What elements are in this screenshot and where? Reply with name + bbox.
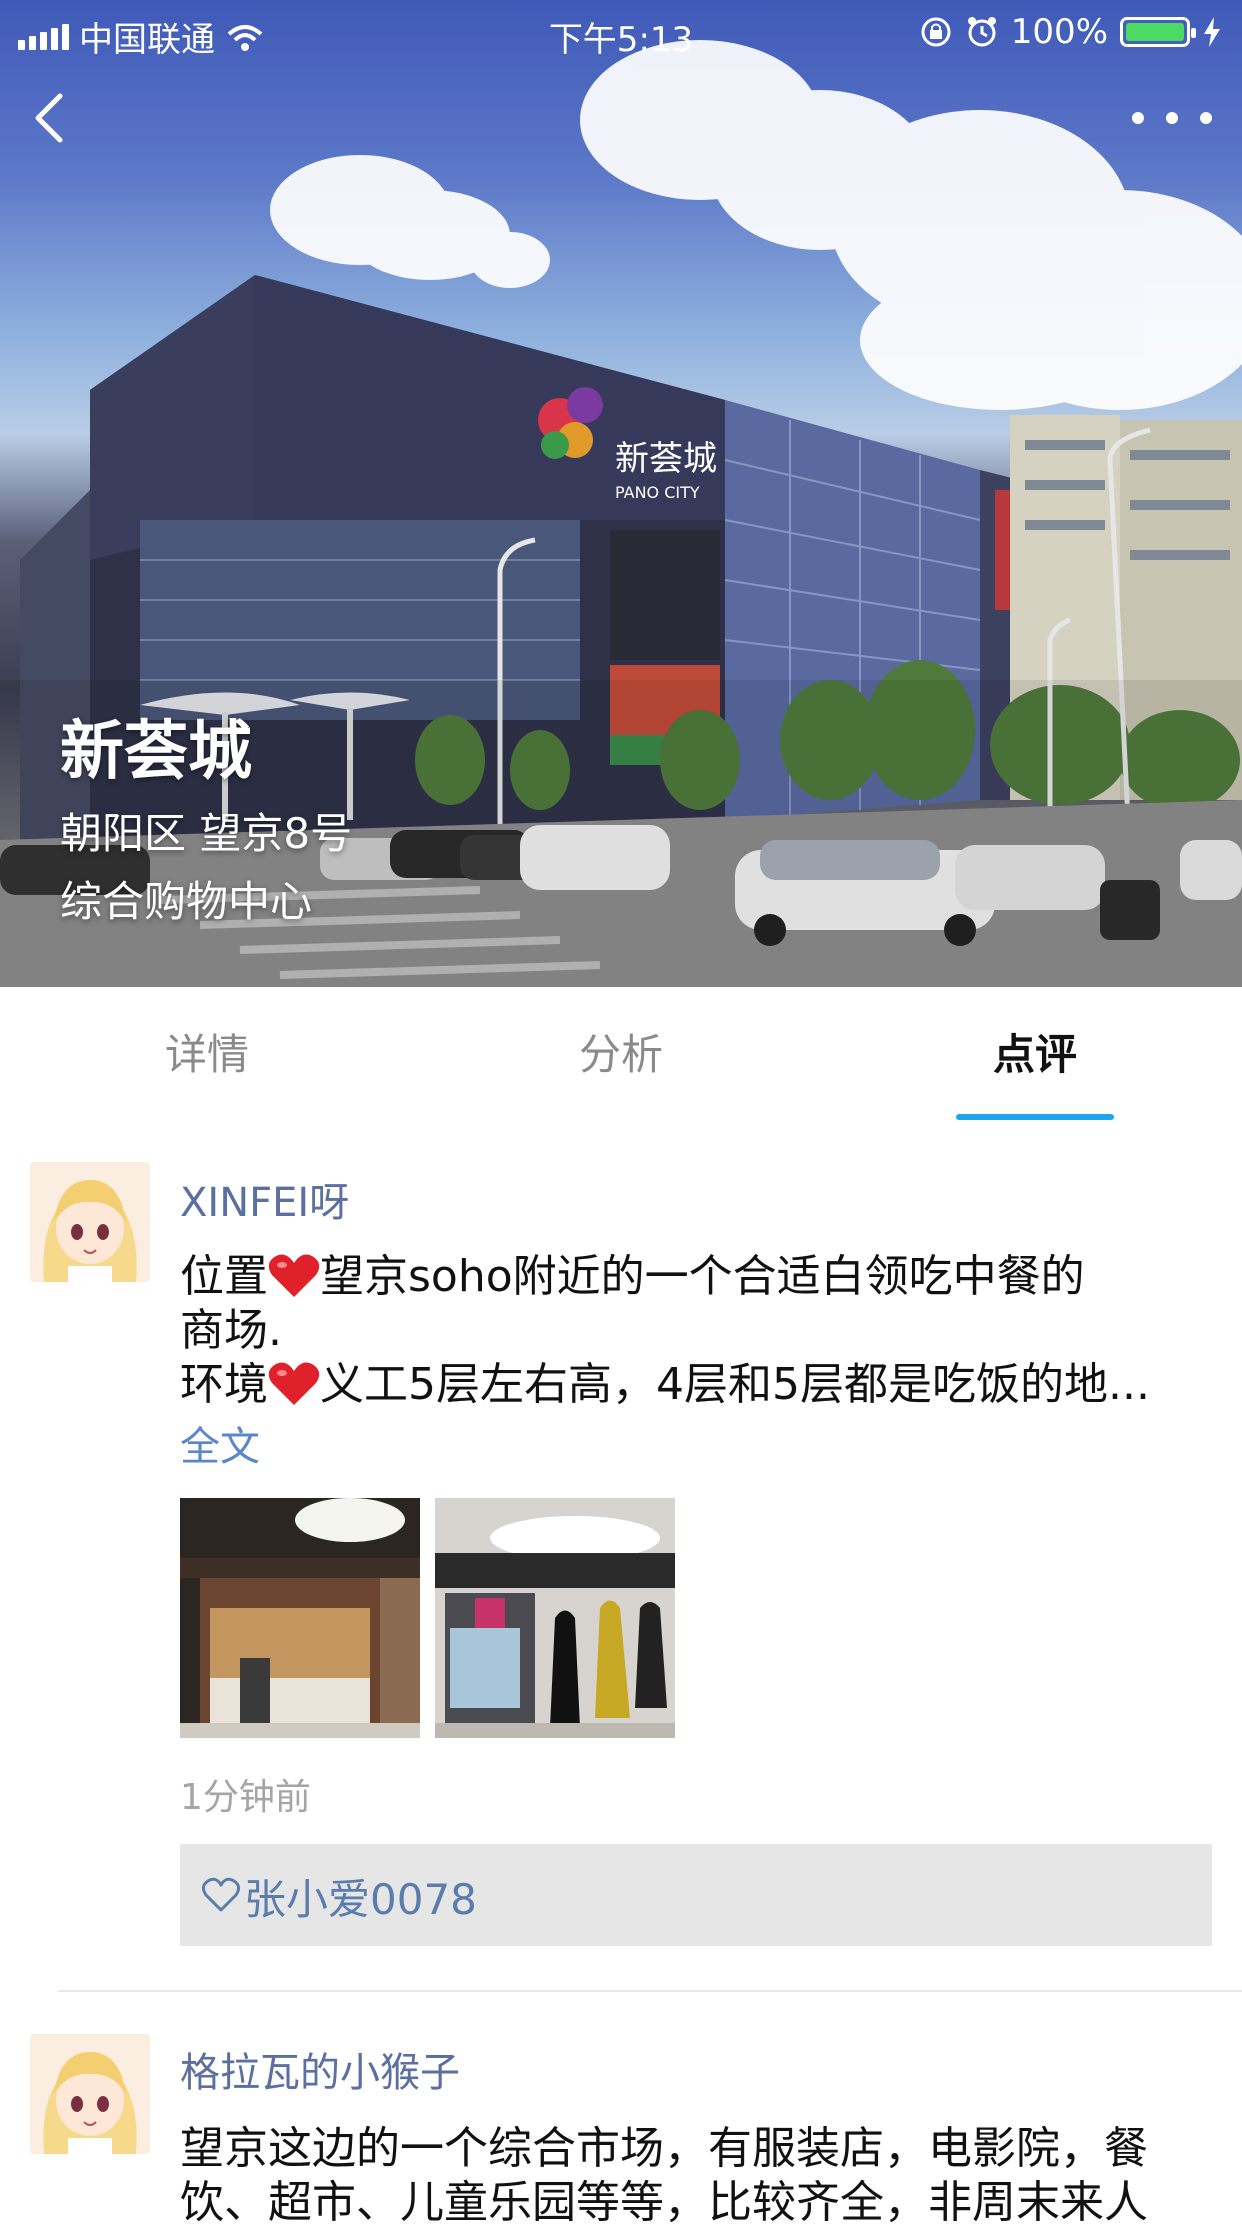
anime-avatar-icon <box>30 2034 150 2154</box>
tab-bar: 详情 分析 点评 <box>0 987 1242 1122</box>
place-name: 新荟城 <box>60 715 252 789</box>
place-address: 朝阳区 望京8号 <box>60 809 353 858</box>
sign-text-en: PANO CITY <box>615 483 700 502</box>
ellipsis-icon <box>1132 112 1144 124</box>
status-bar: 中国联通 下午5:13 100% <box>0 0 1242 62</box>
review-text-content: 望京soho附近的一个合适白领吃中餐的 <box>320 1251 1085 1302</box>
review-text-content: 商场. <box>180 1305 282 1356</box>
more-button[interactable] <box>1132 100 1212 136</box>
hero-image: 新荟城 PANO CITY 中国联通 下午5:13 100% 新荟城 朝阳区 望… <box>0 0 1242 987</box>
expand-full-text-link[interactable]: 全文 <box>180 1414 260 1472</box>
red-heart-emoji-icon <box>268 1362 320 1405</box>
review-text-content: 义工5层左右高，4层和5层都是吃饭的地... <box>320 1359 1150 1410</box>
charging-icon <box>1204 17 1220 47</box>
clothing-store-photo <box>435 1498 675 1738</box>
likes-bar: 张小爱0078 <box>180 1844 1212 1946</box>
review-text: 望京这边的一个综合市场，有服装店，电影院，餐 饮、超市、儿童乐园等等，比较齐全，… <box>180 2122 1210 2230</box>
review-author[interactable]: XINFEI呀 <box>180 1170 349 1228</box>
tab-analysis[interactable]: 分析 <box>414 987 828 1122</box>
review-author[interactable]: 格拉瓦的小猴子 <box>180 2040 460 2098</box>
review-photo[interactable] <box>180 1498 420 1738</box>
review-text-content: 望京这边的一个综合市场，有服装店，电影院，餐 <box>180 2123 1148 2174</box>
back-button[interactable] <box>30 88 70 148</box>
battery-percent: 100% <box>1010 12 1108 52</box>
review-timestamp: 1分钟前 <box>180 1777 311 1818</box>
alarm-icon <box>967 17 996 47</box>
avatar[interactable] <box>30 1162 150 1282</box>
review-photo[interactable] <box>435 1498 675 1738</box>
heart-outline-icon <box>201 1877 241 1912</box>
review-text: 位置 望京soho附近的一个合适白领吃中餐的 商场. 环境 义工5层左右高，4层和5… <box>180 1250 1210 1412</box>
battery-icon <box>1120 17 1196 47</box>
anime-avatar-icon <box>30 1162 150 1282</box>
chevron-left-icon <box>35 93 63 143</box>
tab-reviews[interactable]: 点评 <box>828 987 1242 1122</box>
liked-by-user[interactable]: 张小爱0078 <box>244 1866 477 1927</box>
review-text-label: 位置 <box>180 1251 268 1302</box>
review-text-label: 环境 <box>180 1359 268 1410</box>
rotation-lock-icon <box>921 17 951 47</box>
avatar[interactable] <box>30 2034 150 2154</box>
red-heart-emoji-icon <box>268 1254 320 1297</box>
review-divider <box>58 1990 1242 1992</box>
place-category: 综合购物中心 <box>60 877 313 926</box>
bakery-shop-photo <box>180 1498 420 1738</box>
sign-text-cn: 新荟城 <box>615 439 717 479</box>
review-text-content: 饮、超市、儿童乐园等等，比较齐全，非周末来人 <box>180 2177 1148 2228</box>
tab-details[interactable]: 详情 <box>0 987 414 1122</box>
